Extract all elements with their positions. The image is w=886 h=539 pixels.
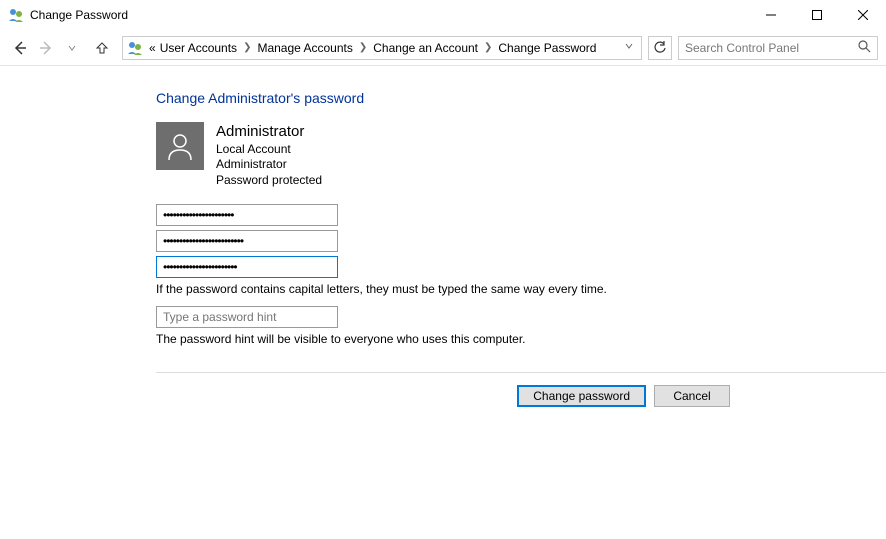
account-info: Administrator Local Account Administrato… [216, 122, 322, 188]
breadcrumb-item[interactable]: Change Password [496, 41, 598, 55]
button-bar: Change password Cancel [156, 372, 886, 407]
current-password-input[interactable] [156, 204, 338, 226]
minimize-button[interactable] [748, 0, 794, 30]
avatar [156, 122, 204, 170]
search-placeholder: Search Control Panel [685, 41, 857, 55]
account-block: Administrator Local Account Administrato… [156, 122, 886, 188]
account-role: Administrator [216, 157, 322, 173]
address-bar[interactable]: « User Accounts ❯ Manage Accounts ❯ Chan… [122, 36, 642, 60]
window-title: Change Password [30, 8, 748, 22]
account-status: Password protected [216, 173, 322, 189]
cancel-button[interactable]: Cancel [654, 385, 730, 407]
breadcrumb-item[interactable]: User Accounts [158, 41, 239, 55]
confirm-password-input[interactable] [156, 256, 338, 278]
breadcrumb-item[interactable]: Manage Accounts [255, 41, 354, 55]
user-accounts-icon [127, 40, 143, 56]
close-button[interactable] [840, 0, 886, 30]
chevron-right-icon[interactable]: ❯ [480, 42, 496, 53]
caps-note: If the password contains capital letters… [156, 282, 886, 296]
search-input[interactable]: Search Control Panel [678, 36, 878, 60]
change-password-button[interactable]: Change password [517, 385, 646, 407]
search-icon[interactable] [857, 39, 871, 56]
account-name: Administrator [216, 122, 322, 142]
recent-dropdown[interactable] [60, 36, 84, 60]
breadcrumb-prefix: « [147, 41, 158, 55]
navbar: « User Accounts ❯ Manage Accounts ❯ Chan… [0, 30, 886, 66]
new-password-input[interactable] [156, 230, 338, 252]
address-dropdown[interactable] [621, 42, 637, 53]
page-heading: Change Administrator's password [156, 90, 886, 106]
user-accounts-icon [8, 7, 24, 23]
up-button[interactable] [90, 36, 114, 60]
back-button[interactable] [8, 36, 32, 60]
content-area: Change Administrator's password Administ… [0, 66, 886, 407]
hint-note: The password hint will be visible to eve… [156, 332, 886, 346]
chevron-right-icon[interactable]: ❯ [239, 42, 255, 53]
account-type: Local Account [216, 142, 322, 158]
maximize-button[interactable] [794, 0, 840, 30]
forward-button[interactable] [34, 36, 58, 60]
refresh-button[interactable] [648, 36, 672, 60]
breadcrumb-item[interactable]: Change an Account [371, 41, 480, 55]
password-hint-input[interactable] [156, 306, 338, 328]
chevron-right-icon[interactable]: ❯ [355, 42, 371, 53]
window-controls [748, 0, 886, 30]
titlebar: Change Password [0, 0, 886, 30]
